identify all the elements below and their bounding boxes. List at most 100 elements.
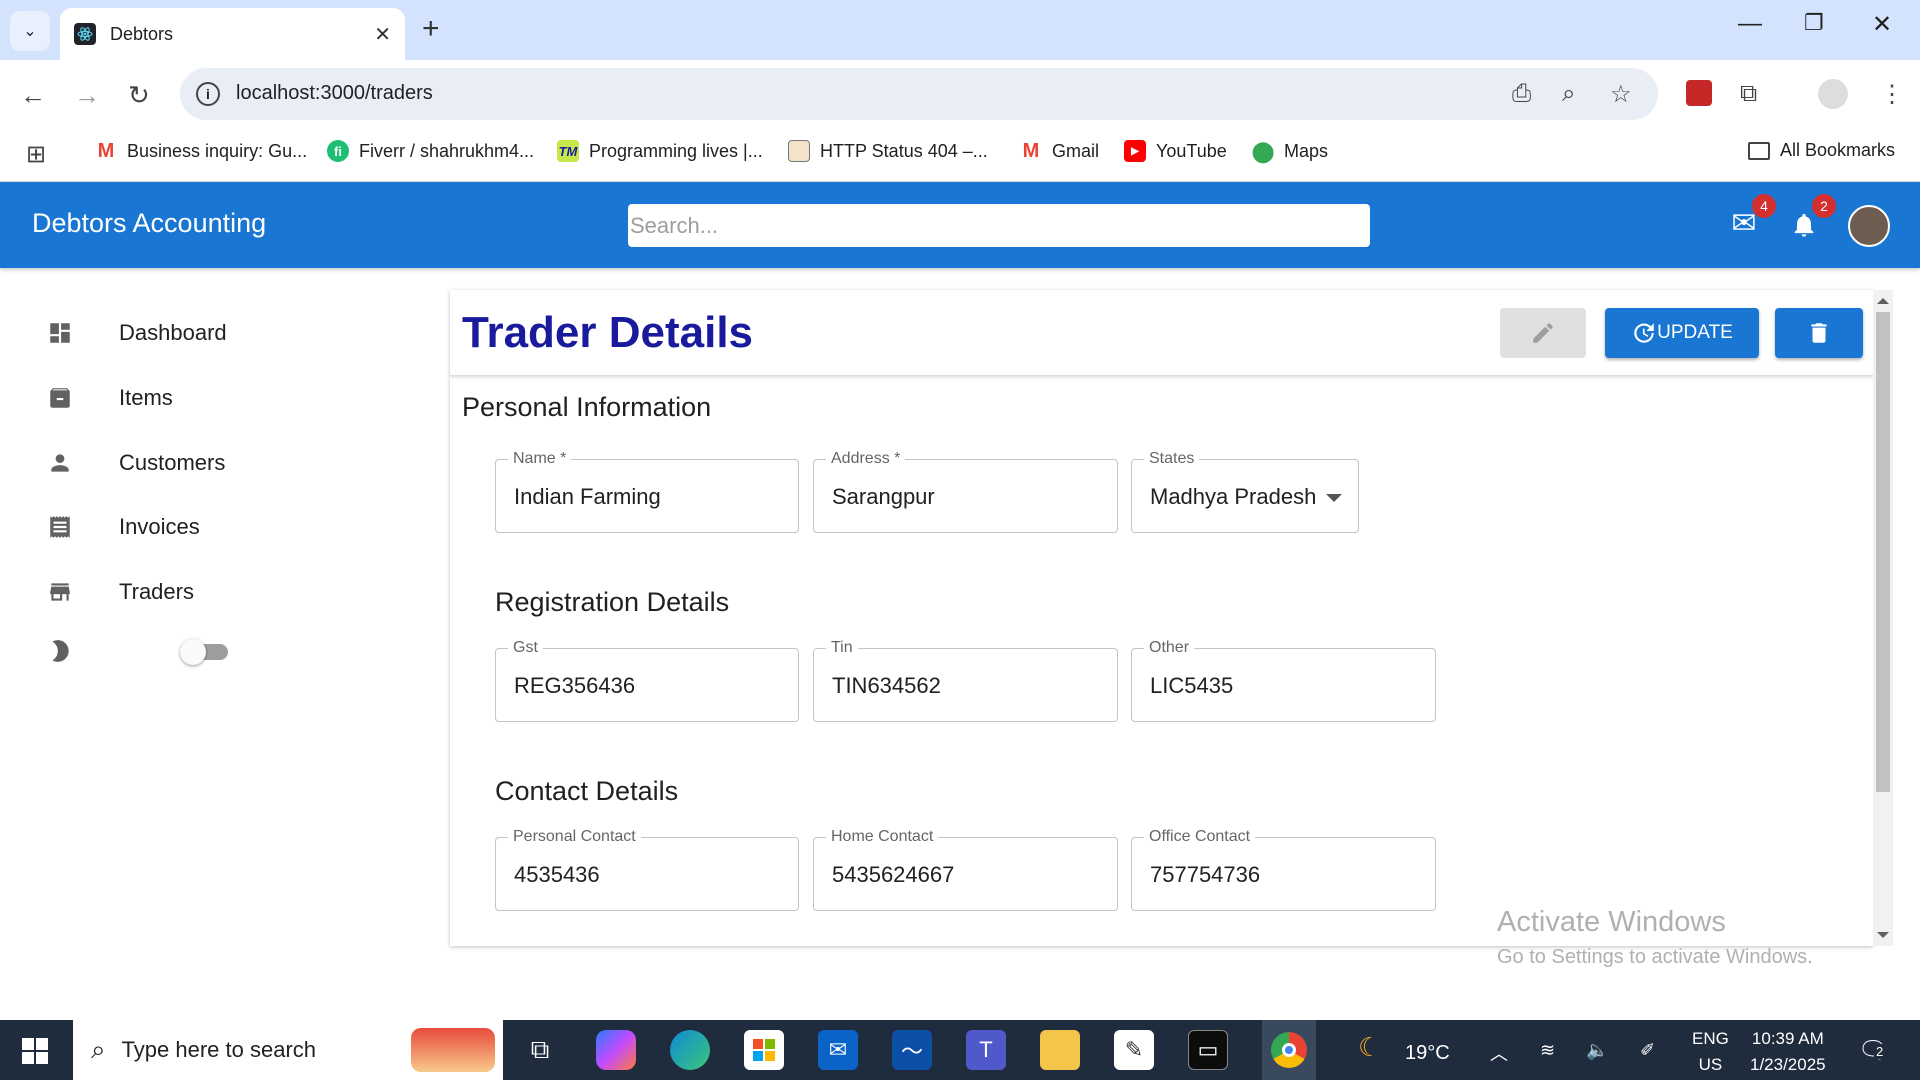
- windows-start-icon[interactable]: [22, 1038, 48, 1064]
- bookmark-maps[interactable]: ⬤ Maps: [1252, 140, 1328, 163]
- activate-windows-title: Activate Windows: [1497, 906, 1726, 938]
- gst-value: REG356436: [514, 673, 636, 698]
- chrome-taskbar-icon[interactable]: [1262, 1020, 1316, 1080]
- volume-icon[interactable]: 🔈: [1586, 1040, 1608, 1061]
- bookmark-http-404[interactable]: HTTP Status 404 –...: [788, 140, 988, 162]
- bookmark-business-inquiry[interactable]: M Business inquiry: Gu...: [95, 140, 307, 162]
- store-app-icon[interactable]: [744, 1030, 784, 1070]
- apps-grid-icon[interactable]: ⊞: [26, 140, 46, 169]
- taskbar-search[interactable]: ⌕ Type here to search: [73, 1020, 503, 1080]
- bell-icon: [1794, 213, 1814, 237]
- wifi-icon[interactable]: ≋: [1540, 1040, 1555, 1061]
- activate-windows-subtitle: Go to Settings to activate Windows.: [1497, 946, 1813, 968]
- react-icon: [74, 23, 96, 45]
- browser-tab[interactable]: Debtors ✕: [60, 8, 405, 60]
- tray-chevron-icon[interactable]: ︿: [1490, 1040, 1508, 1066]
- sidebar-item-dashboard[interactable]: Dashboard: [46, 319, 227, 347]
- mail-button[interactable]: ✉ 4: [1726, 194, 1776, 242]
- address-bar[interactable]: i localhost:3000/traders: [180, 68, 1658, 120]
- site-info-icon[interactable]: i: [196, 82, 220, 106]
- forward-icon[interactable]: →: [74, 80, 100, 111]
- delete-button[interactable]: [1775, 308, 1863, 358]
- tab-title: Debtors: [110, 23, 174, 44]
- system-clock[interactable]: 10:39 AM 1/23/2025: [1750, 1026, 1826, 1078]
- bookmark-gmail[interactable]: M Gmail: [1020, 140, 1099, 162]
- window-close-icon[interactable]: ✕: [1872, 10, 1892, 39]
- reload-icon[interactable]: ↻: [128, 80, 150, 111]
- other-label: Other: [1144, 638, 1195, 658]
- states-select[interactable]: States Madhya Pradesh: [1131, 449, 1359, 533]
- zoom-icon[interactable]: ⌕: [1562, 80, 1575, 108]
- card-header: Trader Details UPDATE: [450, 290, 1873, 376]
- store-icon: [46, 578, 74, 606]
- new-tab-button[interactable]: +: [422, 12, 440, 46]
- pen-icon[interactable]: ✐: [1640, 1040, 1655, 1061]
- other-field[interactable]: Other LIC5435: [1131, 638, 1436, 722]
- scroll-thumb[interactable]: [1876, 312, 1890, 792]
- home-contact-value: 5435624667: [832, 862, 955, 887]
- update-button[interactable]: UPDATE: [1605, 308, 1759, 358]
- user-avatar[interactable]: [1848, 205, 1890, 247]
- office-contact-value: 757754736: [1150, 862, 1261, 887]
- snipping-tool-icon[interactable]: ✎: [1114, 1030, 1154, 1070]
- dark-mode-toggle[interactable]: [180, 639, 232, 665]
- update-label: UPDATE: [1657, 322, 1733, 343]
- gst-label: Gst: [508, 638, 543, 658]
- office-contact-field[interactable]: Office Contact 757754736: [1131, 827, 1436, 911]
- address-label: Address *: [826, 449, 906, 469]
- edge-icon[interactable]: [670, 1030, 710, 1070]
- search-input[interactable]: [628, 204, 1370, 247]
- mail-app-icon[interactable]: ✉: [818, 1030, 858, 1070]
- scroll-up-arrow[interactable]: [1877, 298, 1889, 304]
- mail-badge: 4: [1752, 194, 1776, 218]
- profile-icon[interactable]: [1818, 79, 1848, 109]
- edit-button[interactable]: [1500, 308, 1586, 358]
- back-icon[interactable]: ←: [20, 80, 46, 111]
- restore-icon[interactable]: ❐: [1804, 10, 1824, 36]
- bookmark-star-icon[interactable]: ☆: [1610, 80, 1632, 109]
- tin-field[interactable]: Tin TIN634562: [813, 638, 1118, 722]
- extensions-puzzle-icon[interactable]: ⧉: [1740, 80, 1757, 108]
- address-field[interactable]: Address * Sarangpur: [813, 449, 1118, 533]
- card-scrollbar[interactable]: [1873, 290, 1893, 946]
- minimize-icon[interactable]: —: [1738, 10, 1762, 38]
- teams-icon[interactable]: T: [966, 1030, 1006, 1070]
- image-icon: [788, 140, 810, 162]
- notification-center-icon[interactable]: 🗨2: [1858, 1036, 1888, 1065]
- language-indicator[interactable]: ENG US: [1692, 1026, 1729, 1078]
- clock-time: 10:39 AM: [1751, 1029, 1824, 1048]
- tab-close-icon[interactable]: ✕: [374, 22, 391, 47]
- home-contact-field[interactable]: Home Contact 5435624667: [813, 827, 1118, 911]
- bookmark-fiverr[interactable]: fi Fiverr / shahrukhm4...: [327, 140, 534, 162]
- menu-kebab-icon[interactable]: ⋮: [1880, 80, 1904, 109]
- name-field[interactable]: Name * Indian Farming: [495, 449, 799, 533]
- file-explorer-icon[interactable]: [1040, 1030, 1080, 1070]
- whiteboard-icon[interactable]: 〜: [892, 1030, 932, 1070]
- bookmark-youtube[interactable]: ▶ YouTube: [1124, 140, 1227, 162]
- weather-temp[interactable]: 19°C: [1405, 1042, 1450, 1065]
- personal-contact-field[interactable]: Personal Contact 4535436: [495, 827, 799, 911]
- sidebar-item-invoices[interactable]: Invoices: [46, 513, 200, 541]
- terminal-icon[interactable]: ▭: [1188, 1030, 1228, 1070]
- scroll-down-arrow[interactable]: [1877, 932, 1889, 938]
- extension-icon[interactable]: [1686, 80, 1712, 106]
- folder-icon: [1748, 141, 1770, 160]
- home-contact-label: Home Contact: [826, 827, 939, 847]
- notifications-button[interactable]: 2: [1786, 194, 1836, 242]
- sidebar-item-items[interactable]: Items: [46, 384, 173, 412]
- name-value: Indian Farming: [514, 484, 661, 509]
- app-header: Debtors Accounting ✉ 4 2: [0, 182, 1920, 268]
- clock-date: 1/23/2025: [1750, 1055, 1826, 1074]
- sidebar-item-customers[interactable]: Customers: [46, 449, 225, 477]
- copilot-icon[interactable]: [596, 1030, 636, 1070]
- archive-icon: [46, 384, 74, 412]
- task-view-icon[interactable]: ⧉: [520, 1030, 560, 1070]
- bookmark-programming-lives[interactable]: TM Programming lives |...: [557, 140, 763, 162]
- all-bookmarks[interactable]: All Bookmarks: [1748, 140, 1895, 161]
- sidebar-item-traders[interactable]: Traders: [46, 578, 194, 606]
- personal-contact-value: 4535436: [514, 862, 600, 887]
- install-app-icon[interactable]: ⎙: [1512, 80, 1531, 108]
- tab-search-button[interactable]: ⌄: [10, 11, 50, 51]
- states-label: States: [1144, 449, 1200, 469]
- gst-field[interactable]: Gst REG356436: [495, 638, 799, 722]
